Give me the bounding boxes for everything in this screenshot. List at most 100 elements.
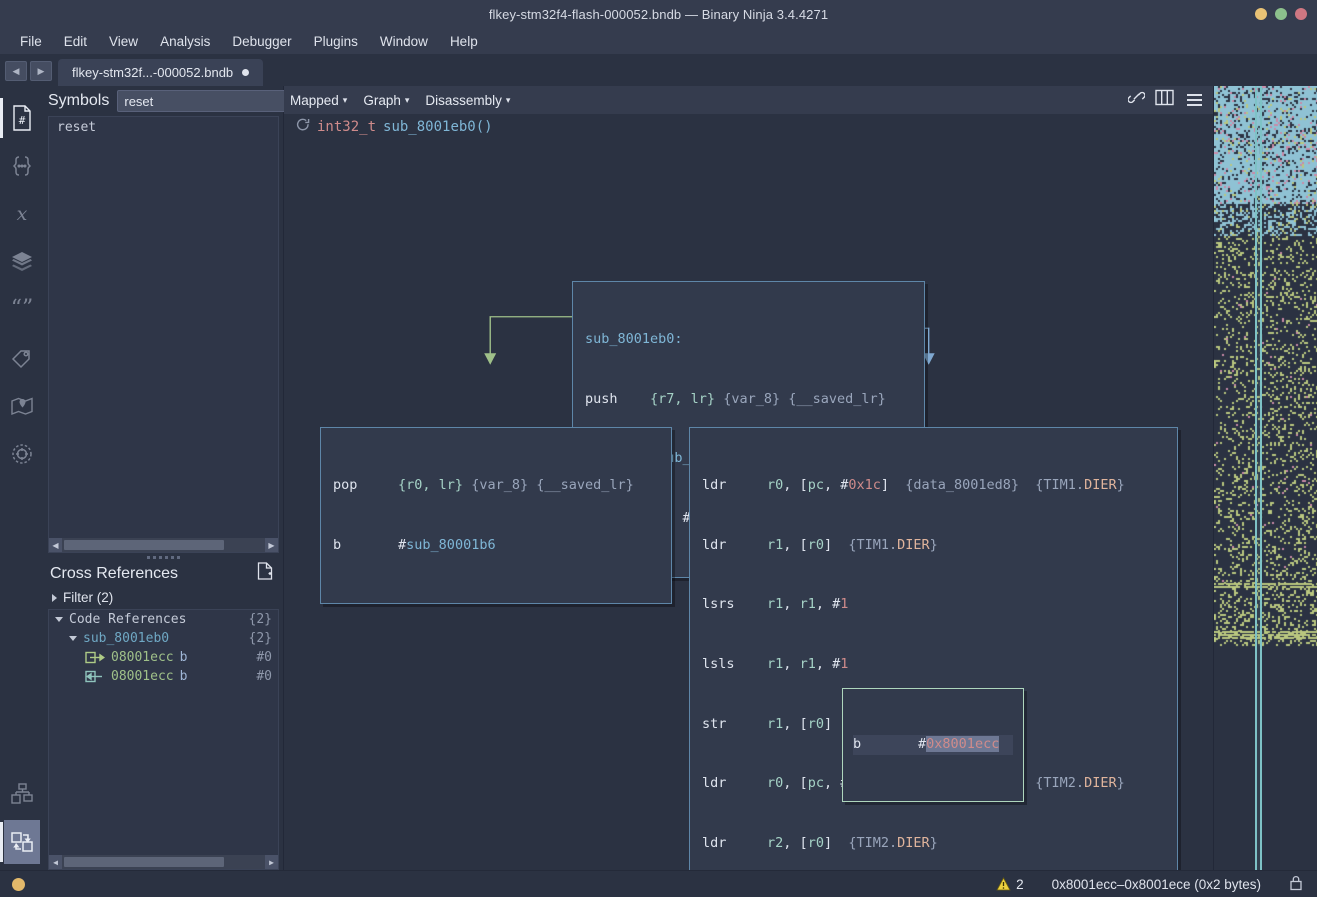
main-body: # x “” Symbols reset reset ◀ ▶ Cross Ref…	[0, 86, 1317, 870]
refresh-icon[interactable]	[296, 118, 310, 136]
scroll-left-icon[interactable]: ◀	[49, 855, 62, 869]
scroll-right-icon[interactable]: ▶	[265, 538, 278, 552]
binary-ninja-window: flkey-stm32f4-flash-000052.bndb — Binary…	[0, 0, 1317, 897]
xrefs-filter-row[interactable]: Filter (2)	[44, 587, 283, 609]
lock-icon[interactable]	[1289, 875, 1303, 894]
new-document-icon[interactable]	[257, 562, 273, 585]
xref-operand: #0	[256, 669, 272, 684]
block-timer-setup[interactable]: ldr r0, [pc, #0x1c] {data_8001ed8} {TIM1…	[689, 427, 1178, 870]
table-row[interactable]: 08001ecc b #0	[49, 667, 278, 686]
chevron-down-icon[interactable]	[55, 617, 63, 622]
strings-icon[interactable]: “”	[4, 288, 40, 332]
block-line-current[interactable]: b #0x8001ecc	[853, 734, 1013, 755]
block-return[interactable]: pop {r0, lr} {var_8} {__saved_lr} b #sub…	[320, 427, 672, 605]
xrefs-panel-header: Cross References	[44, 562, 283, 587]
function-header: int32_t sub_8001eb0()	[284, 114, 1213, 140]
symbols-hscrollbar[interactable]: ◀ ▶	[49, 538, 278, 552]
variables-icon[interactable]: x	[4, 192, 40, 236]
tree-row[interactable]: sub_8001eb0 {2}	[49, 629, 278, 648]
symbols-scroll-track[interactable]	[62, 538, 265, 552]
disassembly-mode-dropdown[interactable]: Disassembly ▾	[425, 93, 510, 108]
minimize-button[interactable]	[1255, 8, 1267, 20]
incoming-reference-icon	[85, 670, 105, 683]
graph-view-panel: Mapped ▾ Graph ▾ Disassembly ▾ int32_t s…	[284, 86, 1213, 870]
block-line: ldr r1, [r0] {TIM1.DIER}	[702, 536, 938, 553]
table-row[interactable]: 08001ecc b #0	[49, 648, 278, 667]
xrefs-hscrollbar[interactable]: ◀ ▶	[49, 855, 278, 869]
block-line: lsls r1, r1, #1	[702, 655, 849, 672]
svg-text:x: x	[17, 203, 28, 225]
symbols-icon[interactable]: #	[4, 96, 40, 140]
status-badge[interactable]: 2	[996, 877, 1024, 892]
panel-splitter[interactable]	[44, 553, 283, 562]
menu-view[interactable]: View	[99, 31, 148, 52]
link-sync-icon[interactable]	[1127, 90, 1146, 110]
back-button[interactable]: ◀	[5, 61, 27, 81]
window-controls	[1255, 8, 1307, 20]
segments-icon[interactable]	[4, 240, 40, 284]
block-line: sub_8001eb0:	[585, 330, 683, 347]
maximize-button[interactable]	[1275, 8, 1287, 20]
split-pane-icon[interactable]	[1155, 89, 1174, 111]
sidebar-icon-rail: # x “”	[0, 86, 44, 870]
left-sidebar-panel: Symbols 🧹 reset ◀ ▶ Cros	[44, 86, 348, 870]
window-title: flkey-stm32f4-flash-000052.bndb — Binary…	[488, 6, 829, 22]
xref-mnemonic: b	[179, 669, 188, 684]
forward-button[interactable]: ▶	[30, 61, 52, 81]
address-range: 0x8001ecc–0x8001ece (0x2 bytes)	[1051, 876, 1261, 892]
tree-row[interactable]: Code References {2}	[49, 610, 278, 629]
tags-icon[interactable]	[4, 336, 40, 380]
cross-references-icon[interactable]	[4, 820, 40, 864]
memory-map-icon[interactable]	[4, 384, 40, 428]
block-infinite-loop[interactable]: b #0x8001ecc	[842, 688, 1024, 802]
scroll-left-icon[interactable]: ◀	[49, 538, 62, 552]
xref-function-count: {2}	[248, 631, 272, 646]
options-menu-icon[interactable]	[1184, 92, 1205, 108]
list-item[interactable]: reset	[49, 117, 278, 138]
view-mode-dropdown[interactable]: Mapped ▾	[290, 93, 347, 108]
title-bar: flkey-stm32f4-flash-000052.bndb — Binary…	[0, 0, 1317, 28]
menu-help[interactable]: Help	[440, 31, 488, 52]
xref-address: 08001ecc	[111, 650, 174, 665]
chevron-down-icon[interactable]	[69, 636, 77, 641]
code-minimap[interactable]	[1213, 86, 1317, 870]
symbols-scroll-thumb[interactable]	[64, 540, 224, 550]
tab-binary-view[interactable]: flkey-stm32f...-000052.bndb	[58, 59, 264, 86]
chevron-down-icon: ▾	[342, 94, 348, 105]
xref-mnemonic: b	[179, 650, 188, 665]
symbols-panel-header: Symbols 🧹	[44, 86, 348, 116]
close-button[interactable]	[1295, 8, 1307, 20]
sidebar-rail-bottom	[0, 772, 44, 864]
warning-count: 2	[1016, 876, 1024, 892]
xrefs-scroll-thumb[interactable]	[64, 857, 224, 867]
analysis-idle-dot[interactable]	[12, 877, 25, 891]
scroll-right-icon[interactable]: ▶	[265, 855, 278, 869]
triage-icon[interactable]	[4, 432, 40, 476]
menu-window[interactable]: Window	[370, 31, 438, 52]
menu-file[interactable]: File	[10, 31, 52, 52]
view-mode-label: Mapped	[290, 92, 339, 108]
minimap-canvas[interactable]	[1214, 86, 1317, 870]
graph-canvas[interactable]: sub_8001eb0: push {r7, lr} {var_8} {__sa…	[284, 140, 1213, 870]
xref-address: 08001ecc	[111, 669, 174, 684]
xref-operand: #0	[256, 650, 272, 665]
block-line: b #sub_80001b6	[333, 536, 496, 553]
types-icon[interactable]	[4, 144, 40, 188]
menu-edit[interactable]: Edit	[54, 31, 97, 52]
symbols-search-input[interactable]	[124, 93, 301, 109]
minimap-cursor[interactable]	[1255, 86, 1262, 870]
block-line: ldr r0, [pc, #0x1c] {data_8001ed8} {TIM1…	[702, 476, 1125, 493]
xrefs-scroll-track[interactable]	[62, 855, 265, 869]
xrefs-tree[interactable]: Code References {2} sub_8001eb0 {2} 0800…	[48, 609, 279, 870]
hierarchy-icon[interactable]	[4, 772, 40, 816]
block-line: pop {r0, lr} {var_8} {__saved_lr}	[333, 476, 634, 493]
block-line: ldr r2, [r0] {TIM2.DIER}	[702, 835, 938, 852]
xref-group-count: {2}	[248, 612, 272, 627]
layout-mode-dropdown[interactable]: Graph ▾	[363, 93, 409, 108]
symbols-list[interactable]: reset ◀ ▶	[48, 116, 279, 553]
menu-debugger[interactable]: Debugger	[222, 31, 301, 52]
chevron-down-icon: ▾	[404, 94, 410, 105]
menu-analysis[interactable]: Analysis	[150, 31, 220, 52]
xrefs-panel-title: Cross References	[50, 564, 179, 582]
menu-plugins[interactable]: Plugins	[304, 31, 368, 52]
